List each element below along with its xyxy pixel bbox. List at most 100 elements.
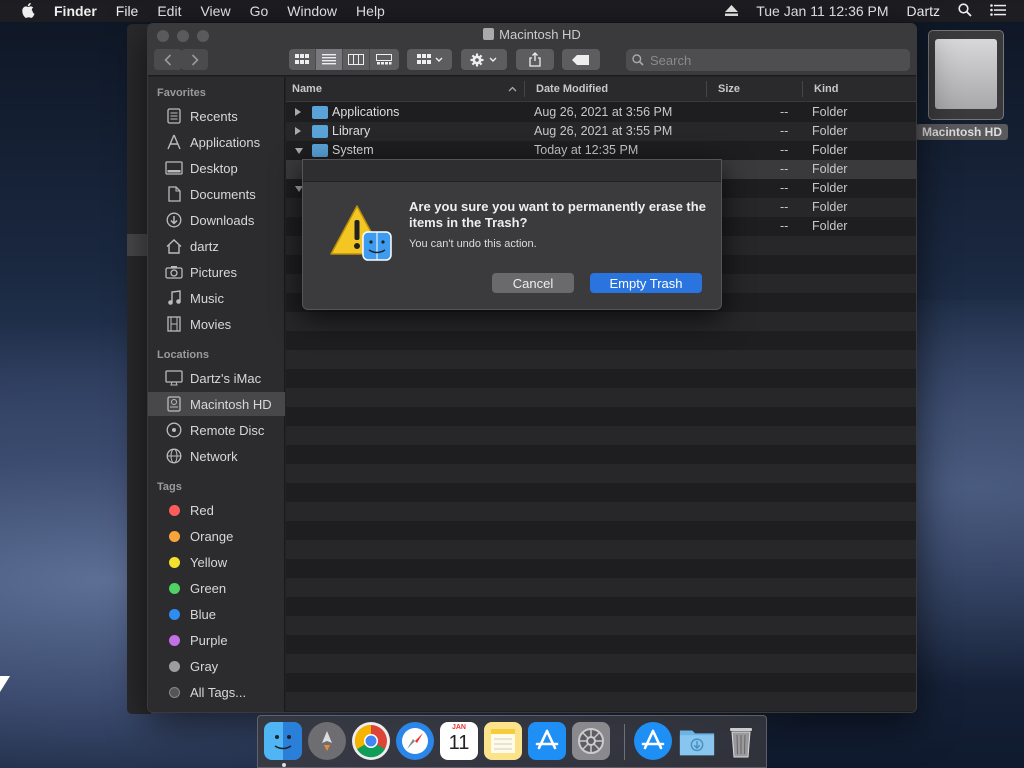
file-kind: Folder xyxy=(812,105,848,119)
sidebar-tag-blue[interactable]: Blue xyxy=(148,602,285,626)
column-divider[interactable] xyxy=(706,81,707,97)
file-size: -- xyxy=(780,181,789,195)
sidebar-item-desktop[interactable]: Desktop xyxy=(148,156,285,180)
apple-menu-icon[interactable] xyxy=(18,3,40,19)
safari-dock-icon[interactable] xyxy=(396,722,434,760)
back-button[interactable] xyxy=(154,49,182,70)
notification-center-icon[interactable] xyxy=(990,3,1006,19)
share-icon xyxy=(529,52,541,67)
sidebar-item-downloads[interactable]: Downloads xyxy=(148,208,285,232)
icon-view-button[interactable] xyxy=(289,49,316,70)
file-date: Aug 26, 2021 at 3:55 PM xyxy=(534,124,673,138)
gallery-view-button[interactable] xyxy=(370,49,397,70)
launchpad-dock-icon[interactable] xyxy=(308,722,346,760)
sidebar-item-documents[interactable]: Documents xyxy=(148,182,285,206)
menu-go[interactable]: Go xyxy=(250,3,269,19)
sidebar-item-label: Blue xyxy=(190,606,217,622)
menu-finder[interactable]: Finder xyxy=(54,3,97,19)
sidebar-tag-yellow[interactable]: Yellow xyxy=(148,550,285,574)
spotlight-icon[interactable] xyxy=(958,2,972,20)
app-store-dock-icon[interactable] xyxy=(528,722,566,760)
empty-trash-button[interactable]: Empty Trash xyxy=(590,273,702,293)
downloads-folder-dock-icon[interactable] xyxy=(678,722,716,760)
edit-tags-button[interactable] xyxy=(562,49,600,70)
sidebar-tag-red[interactable]: Red xyxy=(148,498,285,522)
column-header-size[interactable]: Size xyxy=(718,83,740,95)
eject-icon[interactable] xyxy=(725,3,739,19)
tag-dot-icon xyxy=(168,530,180,542)
calendar-dock-icon[interactable]: JAN 11 xyxy=(440,722,478,760)
trash-dock-icon[interactable] xyxy=(722,722,760,760)
finder-dock-icon[interactable] xyxy=(264,722,302,760)
system-preferences-dock-icon[interactable] xyxy=(572,722,610,760)
sidebar-heading-tags: Tags xyxy=(157,481,182,493)
sidebar-item-label: Gray xyxy=(190,658,219,674)
app-store-download-dock-icon[interactable] xyxy=(634,722,672,760)
column-header-date[interactable]: Date Modified xyxy=(536,83,608,95)
sidebar-item-movies[interactable]: Movies xyxy=(148,312,285,336)
desktop-icon xyxy=(164,160,184,176)
menubar-user[interactable]: Dartz xyxy=(907,3,940,19)
column-view-button[interactable] xyxy=(343,49,370,70)
sidebar-item-music[interactable]: Music xyxy=(148,286,285,310)
sidebar-item-label: Applications xyxy=(190,134,261,150)
column-divider[interactable] xyxy=(802,81,803,97)
window-title: Macintosh HD xyxy=(148,27,916,42)
menu-edit[interactable]: Edit xyxy=(157,3,181,19)
column-divider[interactable] xyxy=(524,81,525,97)
list-view-button[interactable] xyxy=(316,49,343,70)
empty-row xyxy=(286,312,916,331)
sidebar-tag-gray[interactable]: Gray xyxy=(148,654,285,678)
home-icon xyxy=(164,238,184,254)
disclosure-triangle-icon[interactable] xyxy=(295,127,301,135)
sidebar-item-label: Orange xyxy=(190,528,234,544)
sidebar-item-label: Music xyxy=(190,290,224,306)
sidebar-tag-purple[interactable]: Purple xyxy=(148,628,285,652)
empty-row xyxy=(286,711,916,712)
file-size: -- xyxy=(780,219,789,233)
file-date: Today at 12:35 PM xyxy=(534,143,639,157)
sidebar-tag-orange[interactable]: Orange xyxy=(148,524,285,548)
forward-button[interactable] xyxy=(181,49,208,70)
menu-view[interactable]: View xyxy=(200,3,230,19)
cancel-button[interactable]: Cancel xyxy=(492,273,574,293)
columns-icon xyxy=(348,54,364,65)
desktop-drive-icon[interactable]: Macintosh HD xyxy=(916,28,1008,140)
sidebar-item-imac[interactable]: Dartz's iMac xyxy=(148,366,285,390)
film-icon xyxy=(164,316,184,332)
file-row[interactable]: Library Aug 26, 2021 at 3:55 PM -- Folde… xyxy=(286,122,916,141)
menubar-clock[interactable]: Tue Jan 11 12:36 PM xyxy=(756,3,888,19)
sidebar-item-macintosh-hd[interactable]: Macintosh HD xyxy=(148,392,285,416)
share-button[interactable] xyxy=(516,49,554,70)
sidebar-item-remote-disc[interactable]: Remote Disc xyxy=(148,418,285,442)
search-input[interactable] xyxy=(650,52,890,68)
file-row[interactable]: Applications Aug 26, 2021 at 3:56 PM -- … xyxy=(286,103,916,122)
imac-icon xyxy=(164,370,184,386)
sidebar-item-network[interactable]: Network xyxy=(148,444,285,468)
sidebar-item-label: Red xyxy=(190,502,214,518)
action-menu-button[interactable] xyxy=(461,49,507,70)
menu-help[interactable]: Help xyxy=(356,3,385,19)
sidebar-tag-green[interactable]: Green xyxy=(148,576,285,600)
notes-dock-icon[interactable] xyxy=(484,722,522,760)
chrome-dock-icon[interactable] xyxy=(352,722,390,760)
file-size: -- xyxy=(780,200,789,214)
sidebar-item-recents[interactable]: Recents xyxy=(148,104,285,128)
sidebar-all-tags[interactable]: All Tags... xyxy=(148,680,285,704)
column-header-name[interactable]: Name xyxy=(292,83,322,95)
sidebar-item-home[interactable]: dartz xyxy=(148,234,285,258)
documents-icon xyxy=(164,186,184,202)
sidebar-item-pictures[interactable]: Pictures xyxy=(148,260,285,284)
file-date: Aug 26, 2021 at 3:56 PM xyxy=(534,105,673,119)
menu-file[interactable]: File xyxy=(116,3,139,19)
dialog-title: Are you sure you want to permanently era… xyxy=(409,199,706,230)
desktop-icon-label: Macintosh HD xyxy=(916,124,1008,140)
menu-window[interactable]: Window xyxy=(287,3,337,19)
search-field[interactable] xyxy=(626,49,910,71)
disclosure-triangle-icon[interactable] xyxy=(295,148,303,154)
group-by-button[interactable] xyxy=(407,49,452,70)
disclosure-triangle-icon[interactable] xyxy=(295,108,301,116)
sidebar-item-applications[interactable]: Applications xyxy=(148,130,285,154)
column-header-kind[interactable]: Kind xyxy=(814,83,838,95)
file-row[interactable]: System Today at 12:35 PM -- Folder xyxy=(286,141,916,160)
